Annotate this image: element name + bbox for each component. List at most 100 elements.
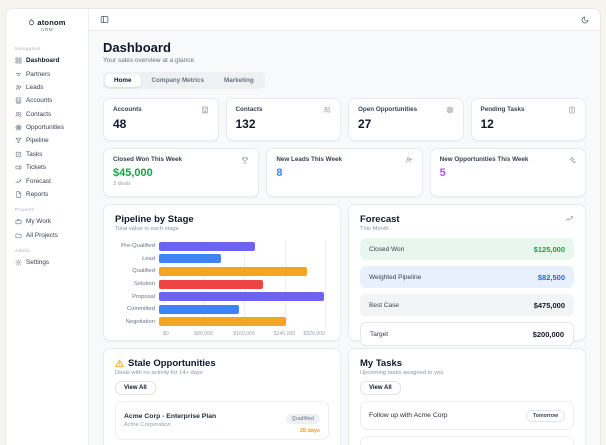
panel-left-icon[interactable] [100, 15, 109, 24]
bar-track [159, 292, 325, 302]
pipeline-bar-row: Qualified [115, 265, 329, 278]
sidebar-section-label: Navigation [15, 47, 41, 52]
sidebar-item-label: Tasks [26, 150, 43, 158]
stage-label: Lead [142, 255, 155, 262]
sidebar-item[interactable]: Opportunities [6, 121, 88, 134]
settings-icon [15, 259, 22, 266]
dashboard-tabs: Home Company Metrics Marketing [103, 71, 265, 89]
forecast-row-label: Closed Won [369, 245, 405, 253]
highlight-card: New Opportunities This Week 5 [429, 147, 586, 197]
theme-toggle-icon[interactable] [581, 16, 589, 24]
tab[interactable]: Marketing [215, 74, 263, 87]
sidebar-item[interactable]: Tickets [6, 161, 88, 174]
pipeline-icon [15, 137, 22, 144]
sidebar-item[interactable]: All Projects [6, 229, 88, 242]
tab[interactable]: Home [105, 73, 141, 87]
sidebar-item[interactable]: Pipeline [6, 134, 88, 147]
forecast-row: Best Case $475,000 [360, 294, 574, 316]
bar-track [159, 241, 325, 251]
sidebar-item[interactable]: Forecast [6, 174, 88, 187]
highlight-label: New Leads This Week [276, 156, 343, 163]
sidebar-item[interactable]: Contacts [6, 108, 88, 121]
x-tick-label: $320,000 [303, 331, 325, 338]
tasks-view-all-button[interactable]: View All [360, 381, 401, 395]
logo: atonom CRM [6, 16, 88, 40]
forecast-row-label: Best Case [369, 301, 399, 309]
opportunities-icon [15, 124, 22, 131]
trend-up-icon [565, 214, 574, 223]
stat-label: Contacts [235, 106, 263, 113]
forecast-subtitle: This Month [360, 226, 389, 232]
forecast-row-label: Weighted Pipeline [369, 273, 422, 281]
pipeline-bar-row: Pre-Qualified [115, 240, 329, 253]
highlight-subtext [276, 181, 412, 187]
dashboard-content: Dashboard Your sales overview at a glanc… [89, 31, 600, 445]
sidebar-item[interactable]: Dashboard [6, 54, 88, 67]
stale-opportunity-row[interactable]: Acme Corp - Enterprise Plan Acme Corpora… [115, 401, 329, 440]
trophy-icon [241, 156, 249, 164]
lists-row: Stale Opportunities Deals with no activi… [103, 347, 586, 445]
highlight-label: New Opportunities This Week [439, 156, 529, 163]
target-icon [446, 106, 454, 114]
sidebar-item[interactable]: Settings [6, 256, 88, 269]
stale-subtitle: Deals with no activity for 14+ days [115, 370, 203, 376]
pipeline-bar [159, 279, 263, 289]
sidebar-item[interactable]: Reports [6, 188, 88, 201]
chart-subtitle: Total value in each stage [115, 226, 179, 232]
tab[interactable]: Company Metrics [143, 74, 214, 87]
x-tick-label: $240,000 [273, 331, 296, 338]
forecast-card: Forecast This Month Closed Won $125,000 … [348, 203, 586, 346]
warning-icon [115, 359, 124, 368]
sidebar-item-label: Pipeline [26, 137, 49, 145]
pipeline-bar-row: Lead [115, 253, 329, 266]
pipeline-bars: Pre-Qualified Lead Qualified Solution Pr… [115, 240, 329, 328]
sidebar-item[interactable]: Accounts [6, 94, 88, 107]
sidebar-section-label: Projects [15, 208, 35, 214]
logo-name: atonom [37, 18, 66, 27]
sidebar: atonom CRM Navigation Dashboard Partners… [6, 9, 89, 445]
stats-row: Accounts 48 Contacts 132 Open Opportunit… [103, 97, 586, 141]
pipeline-chart: Pre-Qualified Lead Qualified Solution Pr… [115, 240, 329, 329]
highlights-row: Closed Won This Week $45,000 3 deals New… [103, 147, 586, 197]
chart-x-ticks: $0 $80,000 $160,000 $240,000 $320,000 [163, 331, 325, 339]
forecast-row: Closed Won $125,000 [360, 238, 574, 260]
days-stale: 28 days [299, 427, 320, 434]
pipeline-bar [159, 292, 324, 302]
sidebar-item[interactable]: Partners [6, 67, 88, 80]
users-icon [323, 106, 331, 114]
opportunity-company: Acme Corporation [124, 421, 171, 428]
page-subtitle: Your sales overview at a glance [103, 56, 195, 64]
clipboard-icon [568, 106, 576, 114]
charts-row: Pipeline by Stage Total value in each st… [103, 203, 586, 346]
stage-badge: Qualified [285, 414, 320, 424]
bar-track [159, 304, 325, 314]
highlight-value: 5 [439, 166, 446, 179]
pipeline-bar-row: Solution [115, 278, 329, 291]
due-badge: Tomorrow [526, 409, 565, 422]
stale-title: Stale Opportunities [128, 357, 216, 369]
sidebar-item-label: Reports [26, 190, 49, 198]
stage-label: Qualified [132, 268, 155, 275]
sidebar-item-label: Forecast [26, 177, 51, 185]
building-icon [201, 106, 209, 114]
accounts-icon [15, 97, 22, 104]
forecast-icon [15, 178, 22, 185]
task-row[interactable]: Prepare proposal for TechFlow Today [360, 436, 574, 445]
sidebar-section: Projects My Work All Projects [6, 201, 88, 242]
stat-label: Pending Tasks [480, 106, 525, 113]
highlight-value: $45,000 [113, 166, 153, 179]
stat-card: Open Opportunities 27 [348, 97, 464, 141]
highlight-subtext [440, 181, 576, 187]
main-area: Dashboard Your sales overview at a glanc… [89, 9, 600, 445]
stale-view-all-button[interactable]: View All [115, 381, 156, 395]
my-work-icon [15, 218, 22, 225]
task-row[interactable]: Follow up with Acme Corp Tomorrow [360, 401, 574, 430]
sidebar-item[interactable]: Leads [6, 81, 88, 94]
sidebar-item[interactable]: Tasks [6, 148, 88, 161]
dashboard-icon [15, 57, 22, 64]
sidebar-section: Navigation Dashboard Partners Leads Acco… [6, 40, 88, 201]
sidebar-item-label: Accounts [26, 97, 53, 105]
opportunity-name: Acme Corp - Enterprise Plan [124, 413, 217, 420]
pipeline-bar-row: Proposal [115, 290, 329, 303]
sidebar-item[interactable]: My Work [6, 215, 88, 228]
